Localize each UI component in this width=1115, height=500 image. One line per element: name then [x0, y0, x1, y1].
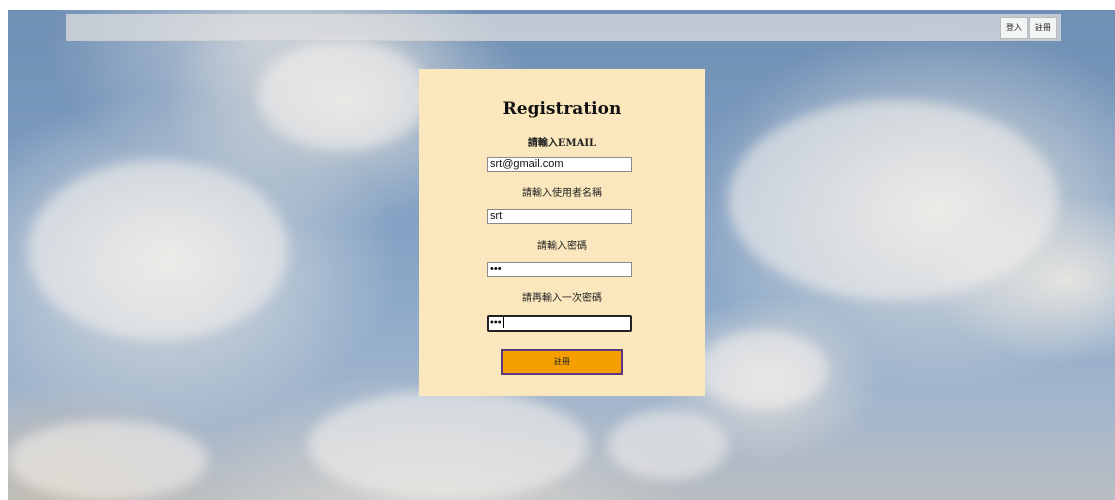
email-value: srt@gmail.com [490, 158, 564, 170]
register-submit-button[interactable]: 註冊 [501, 349, 623, 375]
registration-panel: Registration 請輸入EMAIL srt@gmail.com 請輸入使… [419, 69, 705, 396]
cloud [728, 100, 1058, 300]
cloud [608, 410, 728, 480]
text-caret [502, 317, 504, 328]
register-nav-button[interactable]: 註冊 [1029, 17, 1057, 39]
password-label: 請輸入密碼 [537, 241, 587, 252]
email-field[interactable]: srt@gmail.com [487, 157, 632, 172]
page: 登入 註冊 Registration 請輸入EMAIL srt@gmail.co… [0, 0, 1115, 500]
cloud [258, 40, 428, 150]
login-button[interactable]: 登入 [1000, 17, 1028, 39]
cloud [308, 390, 588, 500]
cloud [8, 420, 208, 500]
username-field[interactable]: srt [487, 209, 632, 224]
confirm-password-field[interactable]: ••• [487, 315, 632, 332]
confirm-password-label: 請再輸入一次密碼 [522, 293, 602, 304]
cloud [28, 160, 288, 340]
password-field[interactable]: ••• [487, 262, 632, 277]
top-navbar: 登入 註冊 [66, 14, 1061, 41]
username-value: srt [490, 210, 503, 222]
password-value: ••• [490, 263, 502, 275]
username-label: 請輸入使用者名稱 [522, 188, 602, 199]
confirm-password-value: ••• [490, 316, 502, 329]
form-title: Registration [502, 99, 622, 119]
cloud [698, 330, 828, 410]
email-label: 請輸入EMAIL [527, 138, 597, 149]
